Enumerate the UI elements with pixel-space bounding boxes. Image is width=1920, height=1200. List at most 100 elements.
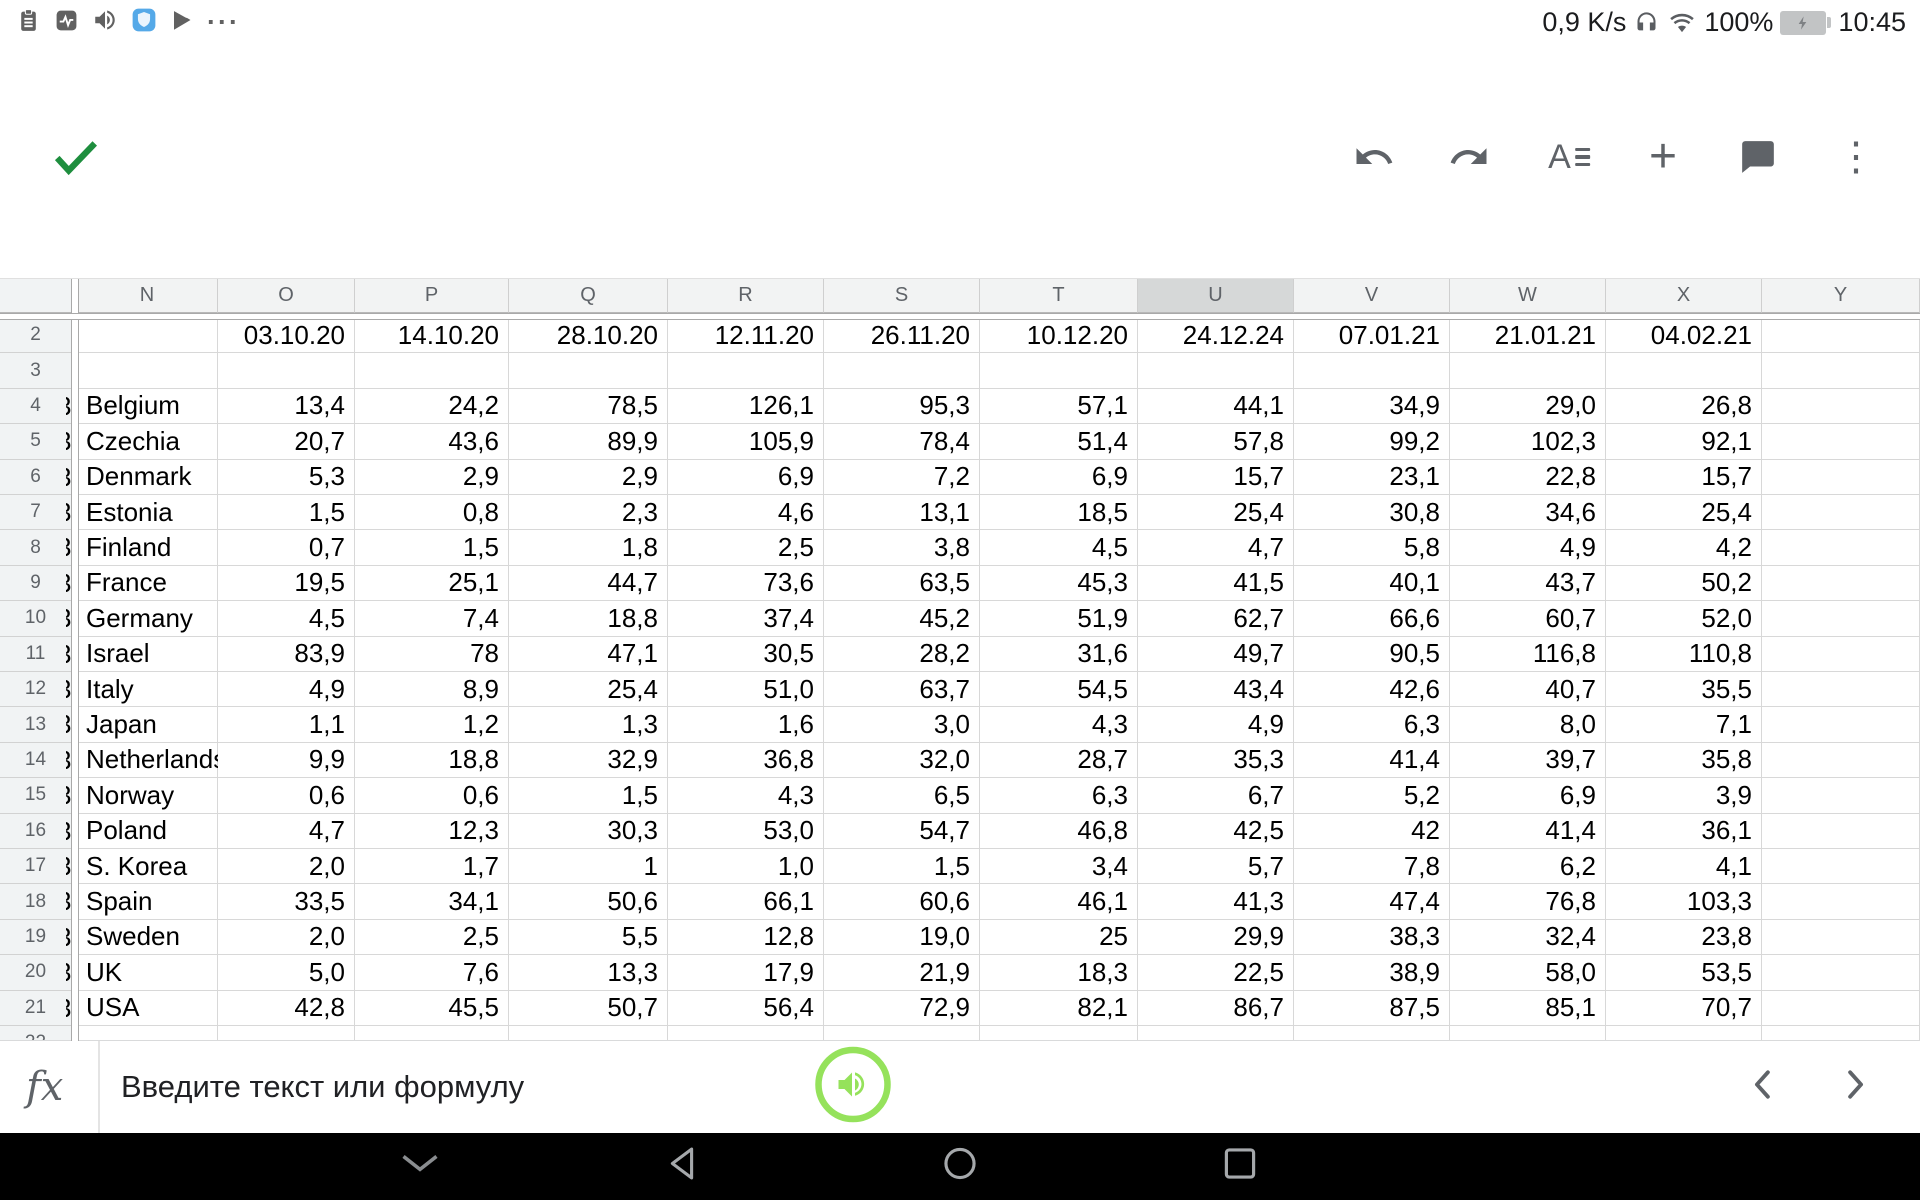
cell[interactable]: 5,3 — [218, 460, 355, 495]
done-checkmark-icon[interactable] — [51, 136, 101, 178]
cell[interactable]: 22,8 — [1450, 460, 1606, 495]
undo-icon[interactable] — [1353, 136, 1395, 178]
cell[interactable]: 110,8 — [1606, 637, 1762, 672]
cell[interactable]: 2,0 — [218, 920, 355, 955]
cell[interactable]: 20,7 — [218, 424, 355, 459]
row-header-2[interactable]: 2 — [0, 318, 71, 353]
cell[interactable]: 35,5 — [1606, 672, 1762, 707]
column-header-R[interactable]: R — [668, 279, 824, 313]
cell[interactable]: 52,0 — [1606, 601, 1762, 636]
cell[interactable] — [668, 353, 824, 388]
cell[interactable]: 42,8 — [218, 991, 355, 1026]
cell[interactable]: 13,3 — [509, 955, 668, 990]
home-icon[interactable] — [942, 1146, 978, 1187]
column-header-X[interactable]: X — [1606, 279, 1762, 313]
column-header-U[interactable]: U — [1138, 279, 1294, 313]
cell[interactable]: 1,5 — [218, 495, 355, 530]
cell[interactable]: 46,8 — [980, 814, 1138, 849]
cell[interactable]: 29,9 — [1138, 920, 1294, 955]
cell[interactable]: 5,0 — [218, 955, 355, 990]
cell[interactable]: 34,6 — [1450, 495, 1606, 530]
cell[interactable] — [1450, 353, 1606, 388]
cell[interactable]: 9,9 — [218, 743, 355, 778]
add-icon[interactable]: + — [1649, 133, 1677, 181]
cell[interactable]: 8,0 — [1450, 707, 1606, 742]
cell[interactable] — [1762, 353, 1920, 388]
cell[interactable] — [1762, 318, 1920, 353]
cell[interactable]: 45,5 — [355, 991, 509, 1026]
cell[interactable]: 41,4 — [1294, 743, 1450, 778]
cell[interactable]: 62,7 — [1138, 601, 1294, 636]
cell[interactable]: 0,6 — [218, 778, 355, 813]
cell[interactable] — [1762, 601, 1920, 636]
cell[interactable]: 42,5 — [1138, 814, 1294, 849]
cell[interactable] — [1762, 424, 1920, 459]
cell[interactable]: 34,1 — [355, 884, 509, 919]
cell[interactable]: 2,9 — [509, 460, 668, 495]
redo-icon[interactable] — [1448, 136, 1490, 178]
recents-icon[interactable] — [1223, 1147, 1257, 1186]
cell[interactable]: 25,4 — [509, 672, 668, 707]
cell[interactable] — [1762, 920, 1920, 955]
row-header-18[interactable]: 18 — [0, 884, 71, 919]
cell[interactable]: 42 — [1294, 814, 1450, 849]
cell[interactable]: 36,8 — [668, 743, 824, 778]
cell[interactable]: Norway — [77, 778, 218, 813]
cell[interactable]: 102,3 — [1450, 424, 1606, 459]
cell[interactable]: UK — [77, 955, 218, 990]
cell[interactable]: 18,5 — [980, 495, 1138, 530]
cell[interactable]: 28,7 — [980, 743, 1138, 778]
cell[interactable] — [1762, 530, 1920, 565]
row-header-20[interactable]: 20 — [0, 955, 71, 990]
row-header-12[interactable]: 12 — [0, 672, 71, 707]
cell[interactable]: 4,5 — [218, 601, 355, 636]
cell[interactable]: 54,7 — [824, 814, 980, 849]
cell[interactable]: 4,9 — [218, 672, 355, 707]
cell[interactable]: 6,3 — [1294, 707, 1450, 742]
cell[interactable]: 03.10.20 — [218, 318, 355, 353]
cell[interactable] — [218, 353, 355, 388]
cell[interactable]: 21.01.21 — [1450, 318, 1606, 353]
cell[interactable]: 23,1 — [1294, 460, 1450, 495]
cell[interactable]: 66,1 — [668, 884, 824, 919]
cell[interactable] — [1762, 637, 1920, 672]
cell[interactable]: 90,5 — [1294, 637, 1450, 672]
cell[interactable] — [1762, 389, 1920, 424]
cell[interactable] — [980, 1026, 1138, 1041]
cell[interactable]: 105,9 — [668, 424, 824, 459]
cell[interactable]: 92,1 — [1606, 424, 1762, 459]
cell[interactable]: 4,1 — [1606, 849, 1762, 884]
cell[interactable]: 1,3 — [509, 707, 668, 742]
cell[interactable]: 99,2 — [1294, 424, 1450, 459]
cell[interactable]: 58,0 — [1450, 955, 1606, 990]
overflow-menu-icon[interactable]: ⋮ — [1836, 137, 1876, 177]
cell[interactable]: 41,3 — [1138, 884, 1294, 919]
cell[interactable]: 4,7 — [218, 814, 355, 849]
cell[interactable]: 54,5 — [980, 672, 1138, 707]
cell[interactable]: 2,9 — [355, 460, 509, 495]
cell[interactable]: 73,6 — [668, 566, 824, 601]
cell[interactable]: 07.01.21 — [1294, 318, 1450, 353]
cell[interactable]: 0,6 — [355, 778, 509, 813]
row-header-21[interactable]: 21 — [0, 991, 71, 1026]
cell[interactable]: 3,0 — [824, 707, 980, 742]
cell[interactable]: 26,8 — [1606, 389, 1762, 424]
chevron-left-icon[interactable] — [1748, 1068, 1778, 1107]
cell[interactable]: 53,0 — [668, 814, 824, 849]
cell[interactable]: 47,4 — [1294, 884, 1450, 919]
cell[interactable]: 45,2 — [824, 601, 980, 636]
cell[interactable] — [77, 318, 218, 353]
cell[interactable]: 10.12.20 — [980, 318, 1138, 353]
cell[interactable] — [1606, 1026, 1762, 1041]
cell[interactable]: 41,4 — [1450, 814, 1606, 849]
cell[interactable]: 23,8 — [1606, 920, 1762, 955]
cell[interactable] — [77, 1026, 218, 1041]
cell[interactable] — [218, 1026, 355, 1041]
cell[interactable]: 12,3 — [355, 814, 509, 849]
cell[interactable]: 37,4 — [668, 601, 824, 636]
cell[interactable] — [1762, 955, 1920, 990]
cell[interactable]: 78,5 — [509, 389, 668, 424]
cell[interactable] — [824, 353, 980, 388]
cell[interactable]: 8,9 — [355, 672, 509, 707]
cell[interactable] — [1762, 460, 1920, 495]
